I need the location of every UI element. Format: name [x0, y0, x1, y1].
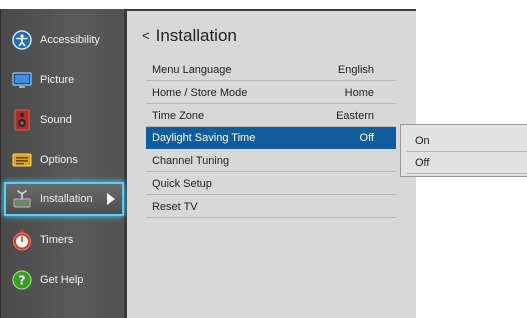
get-help-icon: ?: [12, 270, 32, 290]
sidebar-item-label: Options: [40, 154, 78, 166]
sidebar-item-label: Installation: [40, 193, 93, 205]
installation-icon: [12, 189, 32, 209]
menu-row-reset-tv[interactable]: Reset TV: [146, 196, 396, 218]
sidebar-item-picture[interactable]: Picture: [6, 63, 122, 97]
back-icon[interactable]: <: [142, 28, 150, 43]
sidebar-item-timers[interactable]: Timers: [6, 223, 122, 257]
chevron-right-icon: [107, 193, 115, 205]
row-label: Time Zone: [152, 109, 205, 122]
row-label: Channel Tuning: [152, 154, 230, 167]
row-value: Home: [344, 86, 374, 99]
accessibility-icon: [12, 30, 32, 50]
sidebar-item-label: Sound: [40, 114, 72, 126]
menu-row-home-store-mode[interactable]: Home / Store Mode Home: [146, 82, 396, 104]
sidebar-item-options[interactable]: Options: [6, 143, 122, 177]
sidebar-item-installation[interactable]: Installation: [4, 182, 124, 216]
row-label: Menu Language: [152, 63, 232, 76]
menu-row-time-zone[interactable]: Time Zone Eastern: [146, 105, 396, 127]
sidebar-item-label: Get Help: [40, 274, 84, 286]
row-label: Quick Setup: [152, 177, 212, 190]
sidebar-item-sound[interactable]: Sound: [6, 103, 122, 137]
menu-row-daylight-saving-time[interactable]: Daylight Saving Time Off: [146, 127, 396, 149]
option-label: On: [415, 134, 430, 147]
options-icon: [12, 150, 32, 170]
row-value: Off: [359, 131, 374, 144]
row-label: Daylight Saving Time: [152, 131, 256, 144]
menu-row-channel-tuning[interactable]: Channel Tuning: [146, 150, 396, 172]
sound-icon: [12, 109, 32, 131]
svg-text:?: ?: [19, 274, 26, 288]
option-label: Off: [415, 156, 430, 169]
sidebar-item-label: Picture: [40, 74, 75, 86]
page-title: < Installation: [142, 26, 237, 46]
timers-icon: [12, 229, 32, 251]
page-title-text: Installation: [155, 26, 237, 45]
picture-icon: [12, 70, 32, 90]
row-label: Home / Store Mode: [152, 86, 248, 99]
row-value: English: [337, 63, 374, 76]
menu-row-menu-language[interactable]: Menu Language English: [146, 59, 396, 81]
sidebar-item-get-help[interactable]: ? Get Help: [6, 263, 122, 297]
sidebar-item-accessibility[interactable]: Accessibility: [6, 23, 122, 57]
row-label: Reset TV: [152, 200, 198, 213]
menu-row-quick-setup[interactable]: Quick Setup: [146, 173, 396, 195]
row-value: Eastern: [336, 109, 374, 122]
sidebar-item-label: Timers: [40, 234, 74, 246]
option-off[interactable]: Off: [407, 152, 527, 174]
sidebar-item-label: Accessibility: [40, 34, 100, 46]
daylight-saving-submenu: On Off: [400, 124, 527, 177]
option-on[interactable]: On: [407, 130, 527, 152]
